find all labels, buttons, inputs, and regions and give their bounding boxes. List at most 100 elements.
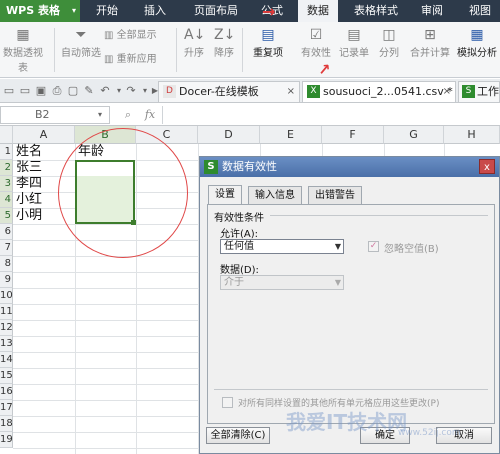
cell-a2[interactable]: 张三 (16, 160, 42, 176)
tab-docer[interactable]: D Docer-在线模板 × (158, 81, 300, 102)
split-column-label: 分列 (379, 48, 399, 59)
row-header[interactable]: 6 (0, 224, 13, 240)
print-icon[interactable]: ⎙ (50, 84, 64, 98)
menu-view[interactable]: 视图 (462, 0, 498, 22)
row-header[interactable]: 13 (0, 336, 13, 352)
pivot-table-button[interactable]: ▦ 数据透视表 (0, 24, 46, 76)
column-header[interactable]: H (444, 126, 500, 144)
chevron-down-icon: ▼ (334, 242, 341, 251)
row-header[interactable]: 14 (0, 352, 13, 368)
cell-a5[interactable]: 小明 (16, 208, 42, 224)
sort-asc-icon: A↓ (184, 27, 206, 43)
formula-input[interactable] (162, 106, 500, 124)
duplicates-button[interactable]: ▤ 重复项 (246, 24, 290, 76)
sort-desc-button[interactable]: Z↓ 降序 (210, 24, 238, 76)
row-header[interactable]: 3 (0, 176, 13, 192)
sort-asc-button[interactable]: A↓ 升序 (180, 24, 208, 76)
tab-error-alert[interactable]: 出错警告 (308, 186, 362, 204)
pivot-label: 数据透视表 (3, 48, 43, 74)
close-icon[interactable]: × (287, 82, 295, 102)
zoom-icon[interactable]: ⌕ (120, 107, 136, 123)
row-header[interactable]: 10 (0, 288, 13, 304)
format-painter-icon[interactable]: ✎ (82, 84, 96, 98)
row-header[interactable]: 5 (0, 208, 13, 224)
apply-all-checkbox[interactable] (222, 397, 233, 408)
sort-desc-icon: Z↓ (214, 27, 236, 43)
duplicates-label: 重复项 (253, 48, 283, 59)
save-icon[interactable]: ▣ (34, 84, 48, 98)
column-header[interactable]: E (260, 126, 322, 144)
cell-a4[interactable]: 小红 (16, 192, 42, 208)
wps-app-icon: S (204, 160, 218, 174)
settings-panel: 有效性条件 允许(A): 任何值 ▼ ✓ 忽略空值(B) 数据(D): 介于 ▼ 对… (207, 204, 495, 424)
clear-all-button[interactable]: 全部清除(C) (206, 427, 270, 444)
record-form-button[interactable]: ▤ 记录单 (336, 24, 372, 76)
row-header[interactable]: 15 (0, 368, 13, 384)
row-header[interactable]: 17 (0, 400, 13, 416)
tab-csv-file[interactable]: X sousuoci_2...0541.csv * × (302, 81, 456, 102)
row-header[interactable]: 8 (0, 256, 13, 272)
menu-page-layout[interactable]: 页面布局 (187, 0, 245, 22)
row-header[interactable]: 7 (0, 240, 13, 256)
ignore-blank-checkbox[interactable]: ✓ (368, 241, 379, 252)
dialog-title: 数据有效性 (222, 160, 277, 173)
tab-input-message[interactable]: 输入信息 (248, 186, 302, 204)
menu-home[interactable]: 开始 (88, 0, 126, 22)
ignore-blank-label: 忽略空值(B) (384, 244, 439, 255)
reapply-label: 重新应用 (116, 54, 157, 65)
section-label: 有效性条件 (214, 213, 264, 224)
row-header[interactable]: 2 (0, 160, 13, 176)
column-header[interactable]: D (198, 126, 260, 144)
function-icon[interactable]: fx (142, 107, 158, 123)
menu-review[interactable]: 审阅 (414, 0, 450, 22)
cell-a1[interactable]: 姓名 (16, 144, 42, 160)
close-icon[interactable]: x (479, 159, 495, 174)
cell-a3[interactable]: 李四 (16, 176, 42, 192)
select-all-corner[interactable] (0, 126, 13, 144)
row-header[interactable]: 9 (0, 272, 13, 288)
preview-icon[interactable]: ▢ (66, 84, 80, 98)
formula-bar: B2 ▾ ⌕ fx (0, 104, 500, 126)
column-header[interactable]: F (322, 126, 384, 144)
data-select[interactable]: 介于 ▼ (220, 275, 344, 290)
row-header[interactable]: 16 (0, 384, 13, 400)
consolidate-button[interactable]: ⊞ 合并计算 (406, 24, 454, 76)
column-header[interactable]: G (384, 126, 444, 144)
allow-label: 允许(A): (220, 229, 259, 240)
split-column-button[interactable]: ◫ 分列 (374, 24, 404, 76)
consolidate-label: 合并计算 (410, 48, 450, 59)
close-icon[interactable]: × (443, 82, 451, 102)
consolidate-icon: ⊞ (424, 27, 436, 43)
menu-table-style[interactable]: 表格样式 (346, 0, 406, 22)
menu-insert[interactable]: 插入 (138, 0, 172, 22)
allow-select[interactable]: 任何值 ▼ (220, 239, 344, 254)
row-header[interactable]: 12 (0, 320, 13, 336)
menu-data[interactable]: 数据 (298, 0, 338, 22)
name-box[interactable]: B2 (0, 106, 110, 124)
show-all-label: 全部显示 (116, 30, 157, 41)
annotation-arrow-icon: → (262, 2, 276, 21)
folder-icon[interactable]: ▭ (2, 84, 16, 98)
dialog-title-bar[interactable]: S 数据有效性 x (200, 157, 499, 177)
reapply-button[interactable]: ▥ 重新应用 (104, 52, 157, 68)
row-header[interactable]: 1 (0, 144, 13, 160)
undo-icon[interactable]: ↶ (98, 84, 112, 98)
tab-settings[interactable]: 设置 (208, 185, 242, 204)
column-header[interactable]: A (13, 126, 75, 144)
simulate-analysis-button[interactable]: ▦ 模拟分析 (454, 24, 500, 76)
chevron-down-icon[interactable]: ▾ (98, 106, 102, 124)
app-menu-button[interactable]: WPS 表格 ▾ (0, 0, 80, 22)
redo-icon[interactable]: ↷ (124, 84, 138, 98)
autofilter-button[interactable]: ⏷ 自动筛选 (58, 24, 104, 76)
row-header[interactable]: 18 (0, 416, 13, 432)
row-header[interactable]: 4 (0, 192, 13, 208)
watermark-url: www.52ij.com (398, 428, 461, 438)
annotation-circle (58, 128, 188, 258)
open-icon[interactable]: ▭ (18, 84, 32, 98)
data-label: 数据(D): (220, 265, 259, 276)
tab-label: Docer-在线模板 (179, 85, 259, 98)
tab-workbook[interactable]: S 工作 (458, 81, 500, 102)
row-header[interactable]: 11 (0, 304, 13, 320)
row-header[interactable]: 19 (0, 432, 13, 448)
show-all-button[interactable]: ▥ 全部显示 (104, 28, 157, 44)
